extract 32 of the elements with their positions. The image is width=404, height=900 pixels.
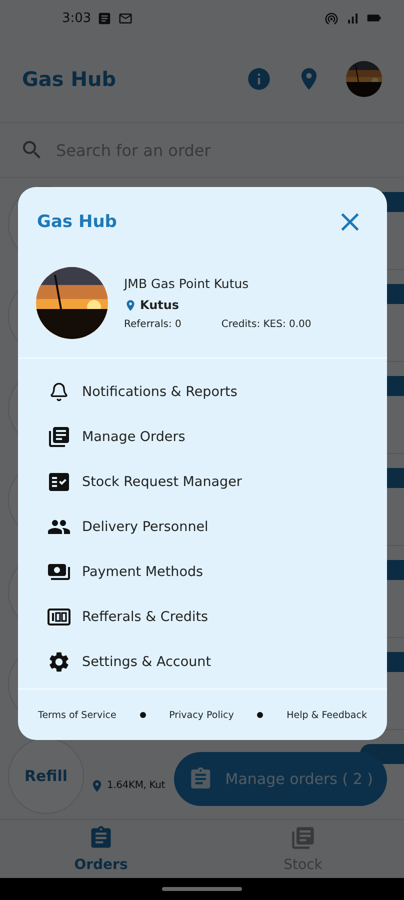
menu-item[interactable]: Notifications & Reports bbox=[46, 369, 387, 414]
menu-item[interactable]: Payment Methods bbox=[46, 549, 387, 594]
documents-icon bbox=[47, 424, 71, 448]
order-distance: 1.64KM, Kut bbox=[107, 780, 165, 791]
info-icon[interactable] bbox=[246, 66, 272, 92]
separator-dot bbox=[140, 712, 146, 718]
business-name: JMB Gas Point Kutus bbox=[124, 276, 250, 291]
status-time: 3:03 bbox=[62, 10, 92, 26]
footer-link[interactable]: Help & Feedback bbox=[286, 710, 367, 720]
location-label: Kutus bbox=[140, 298, 180, 312]
bell-icon bbox=[49, 382, 69, 402]
credits-balance: Credits: KES: 0.00 bbox=[221, 319, 312, 330]
settings-icon bbox=[47, 650, 71, 674]
news-icon bbox=[97, 10, 112, 26]
documents-icon bbox=[290, 825, 316, 851]
signal-icon bbox=[345, 10, 360, 26]
location-pin-icon bbox=[124, 298, 137, 312]
menu-item[interactable]: Delivery Personnel bbox=[46, 504, 387, 549]
hotspot-icon bbox=[324, 10, 339, 26]
menu-item[interactable]: Stock Request Manager bbox=[46, 459, 387, 504]
location-pin-icon bbox=[90, 778, 104, 792]
menu-item[interactable]: Refferals & Credits bbox=[46, 594, 387, 639]
mail-icon bbox=[118, 10, 134, 26]
menu-item[interactable]: Manage Orders bbox=[46, 414, 387, 459]
footer-link[interactable]: Terms of Service bbox=[38, 710, 116, 720]
menu-item[interactable]: Settings & Account bbox=[46, 639, 387, 684]
footer-link[interactable]: Privacy Policy bbox=[169, 710, 234, 720]
app-title: Gas Hub bbox=[22, 67, 116, 91]
separator-dot bbox=[257, 712, 264, 718]
referrals-count: Referrals: 0 bbox=[124, 319, 182, 330]
counter-icon bbox=[47, 606, 71, 626]
order-avatar: Refill bbox=[8, 738, 84, 814]
